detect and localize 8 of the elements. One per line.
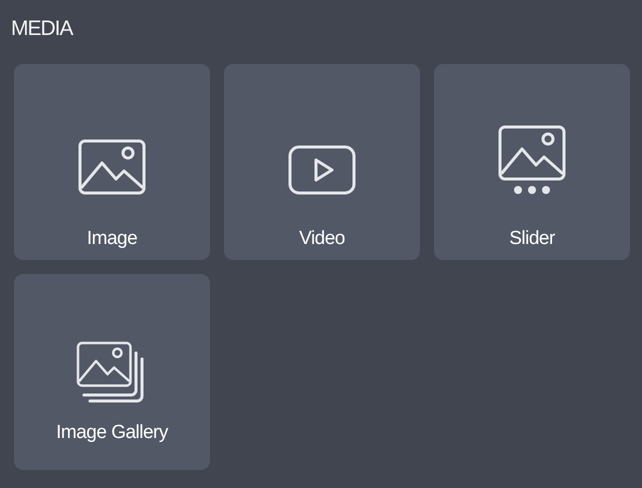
image-icon (77, 138, 147, 196)
play-icon (287, 144, 357, 196)
media-tile[interactable]: Image Gallery (14, 274, 210, 470)
slider-icon (497, 124, 567, 196)
media-tile[interactable]: Video (224, 64, 420, 260)
media-tile[interactable]: Slider (434, 64, 630, 260)
section-title: MEDIA (11, 16, 73, 42)
media-tile[interactable]: Image (14, 64, 210, 260)
